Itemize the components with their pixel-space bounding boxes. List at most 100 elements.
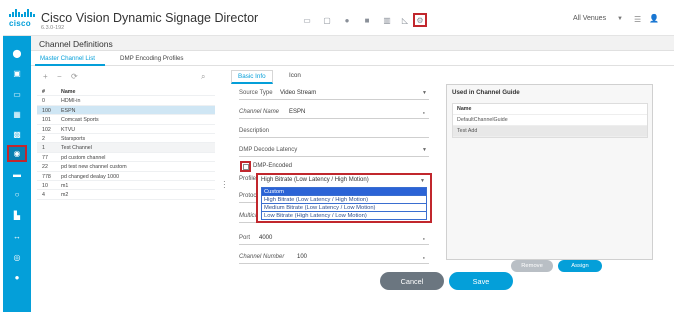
grid-icon[interactable]: ▩ <box>10 127 24 141</box>
port-label: Port <box>239 235 251 241</box>
chat-icon[interactable]: ▢ <box>320 13 334 27</box>
channel-number-field[interactable]: Channel Number 100 ● <box>239 252 429 264</box>
table-row[interactable]: 22 pd test new channel custom <box>37 162 215 172</box>
required-indicator: ● <box>422 255 425 260</box>
row-name: pd changed dealay 1000 <box>61 173 120 180</box>
user-icon[interactable]: 👤 <box>649 14 659 23</box>
port-field[interactable]: Port 4000 ● <box>239 233 429 245</box>
cisco-logo-bars <box>9 9 35 17</box>
row-number: 102 <box>42 126 51 133</box>
row-name: ESPN <box>61 107 76 114</box>
source-type-select[interactable]: Source Type Video Stream ▼ <box>239 88 429 100</box>
table-row[interactable]: 10 m1 <box>37 181 215 191</box>
monitor-icon[interactable]: ▣ <box>10 66 24 80</box>
source-type-label: Source Type <box>239 90 273 96</box>
bar-chart-icon[interactable]: ▥ <box>380 13 394 27</box>
channel-table: # Name 0 HDMI-in 100 ESPN 101 Comcast Sport… <box>37 87 215 200</box>
channel-name-value: ESPN <box>289 109 306 115</box>
globe-icon[interactable]: ● <box>10 270 24 284</box>
table-row-selected[interactable]: 100 ESPN <box>37 105 215 116</box>
table-row[interactable]: 101 Comcast Sports <box>37 115 215 125</box>
add-channel-button[interactable]: + <box>43 72 48 81</box>
port-value: 4000 <box>259 235 273 241</box>
profile-option-high-bitrate[interactable]: High Bitrate (Low Latency / High Motion) <box>262 196 426 204</box>
required-indicator: ● <box>422 236 425 241</box>
venue-selector[interactable]: All Venues <box>573 15 606 22</box>
tab-dmp-encoding-profiles[interactable]: DMP Encoding Profiles <box>120 55 184 62</box>
list-item[interactable]: DefaultChannelGuide <box>453 115 647 126</box>
stop-square-icon[interactable]: ■ <box>360 13 374 27</box>
tab-master-channel-list[interactable]: Master Channel List <box>40 55 95 62</box>
row-number: 1 <box>42 145 45 152</box>
dmp-encoded-checkbox[interactable] <box>243 164 249 170</box>
profile-option-low-bitrate[interactable]: Low Bitrate (High Latency / Low Motion) <box>262 212 426 220</box>
table-row[interactable]: 102 KTVU <box>37 125 215 134</box>
description-label: Description <box>239 128 270 134</box>
table-row[interactable]: 1 Test Channel <box>37 143 215 153</box>
profile-selected-value[interactable]: High Bitrate (Low Latency / High Motion) <box>261 177 369 183</box>
cancel-button[interactable]: Cancel <box>380 272 444 290</box>
profile-option-medium-bitrate[interactable]: Medium Bitrate (Low Latency / Low Motion… <box>262 204 426 212</box>
tickets-icon[interactable]: ▬ <box>10 167 24 181</box>
table-row[interactable]: 4 m2 <box>37 190 215 200</box>
remove-button[interactable]: Remove <box>511 260 553 272</box>
top-toolbar: ▭ ▢ ● ■ ▥ ◺ ⚙ <box>300 13 430 27</box>
required-indicator: ● <box>422 110 425 115</box>
profile-dropdown[interactable]: High Bitrate (Low Latency / High Motion)… <box>256 173 432 223</box>
tab-basic-info[interactable]: Basic Info <box>231 70 273 84</box>
description-field[interactable]: Description <box>239 126 429 138</box>
used-in-channel-guide-title: Used in Channel Guide <box>452 89 520 96</box>
row-number: 778 <box>42 173 51 180</box>
tab-icon[interactable]: Icon <box>283 70 307 81</box>
chevron-down-icon[interactable]: ▼ <box>420 178 425 184</box>
building-icon[interactable]: ▙ <box>10 208 24 222</box>
page-title: Channel Definitions <box>39 39 113 49</box>
decode-latency-label: DMP Decode Latency <box>239 147 298 153</box>
broadcast-icon[interactable]: ◎ <box>10 250 24 264</box>
row-name: Comcast Sports <box>61 117 99 124</box>
search-icon[interactable]: ⌕ <box>201 72 205 82</box>
play-circle-icon[interactable]: ● <box>340 13 354 27</box>
line-chart-icon[interactable]: ◺ <box>398 13 412 27</box>
table-row[interactable]: 778 pd changed dealay 1000 <box>37 172 215 181</box>
row-number: 0 <box>42 98 45 105</box>
profile-option-custom[interactable]: Custom <box>262 188 426 196</box>
table-row[interactable]: 77 pd custom channel <box>37 153 215 163</box>
dmp-encoded-highlight <box>240 161 251 172</box>
row-number: 2 <box>42 135 45 142</box>
decode-latency-select[interactable]: DMP Decode Latency ▼ <box>239 145 429 157</box>
channel-list-panel: + − ⟳ ⌕ # Name 0 HDMI-in 100 ESPN 101 Comca… <box>37 70 215 285</box>
gallery-icon[interactable]: ▭ <box>300 13 314 27</box>
remove-channel-button[interactable]: − <box>57 72 62 81</box>
row-number: 101 <box>42 117 51 124</box>
table-row[interactable]: 0 HDMI-in <box>37 96 215 106</box>
calendar-icon[interactable]: ▦ <box>10 107 24 121</box>
chevron-down-icon[interactable]: ▼ <box>617 16 623 22</box>
channel-icon[interactable]: ◉ <box>7 145 27 162</box>
table-row[interactable]: 2 Starsports <box>37 134 215 144</box>
cisco-logo-text: cisco <box>9 19 31 28</box>
app-version: 6.3.0-192 <box>41 25 65 31</box>
list-item[interactable]: Test Add <box>453 126 647 137</box>
settings-gear-icon[interactable]: ⚙ <box>413 13 427 27</box>
menu-icon[interactable]: ☰ <box>634 15 641 24</box>
save-button[interactable]: Save <box>449 272 513 290</box>
row-name: pd test new channel custom <box>61 164 127 171</box>
refresh-icon[interactable]: ⟳ <box>71 72 78 81</box>
row-number: 77 <box>42 154 48 161</box>
channel-name-field[interactable]: Channel Name ESPN ● <box>239 107 429 119</box>
connections-icon[interactable]: ↔ <box>10 229 24 243</box>
channel-name-label: Channel Name <box>239 109 280 115</box>
main-tabs: Master Channel List DMP Encoding Profile… <box>31 52 674 66</box>
panel-resize-handle[interactable]: · · · <box>223 178 226 192</box>
channel-number-value: 100 <box>297 254 308 260</box>
channel-number-label: Channel Number <box>239 254 285 260</box>
display-icon[interactable]: ▭ <box>10 87 24 101</box>
app-title: Cisco Vision Dynamic Signage Director <box>41 11 259 25</box>
circle-icon[interactable]: ○ <box>10 187 24 201</box>
row-name: m2 <box>61 192 69 199</box>
location-pin-icon[interactable]: ⬤ <box>10 46 24 60</box>
row-name: m1 <box>61 182 69 189</box>
column-number-header: # <box>42 89 45 95</box>
assign-button[interactable]: Assign <box>558 260 602 272</box>
